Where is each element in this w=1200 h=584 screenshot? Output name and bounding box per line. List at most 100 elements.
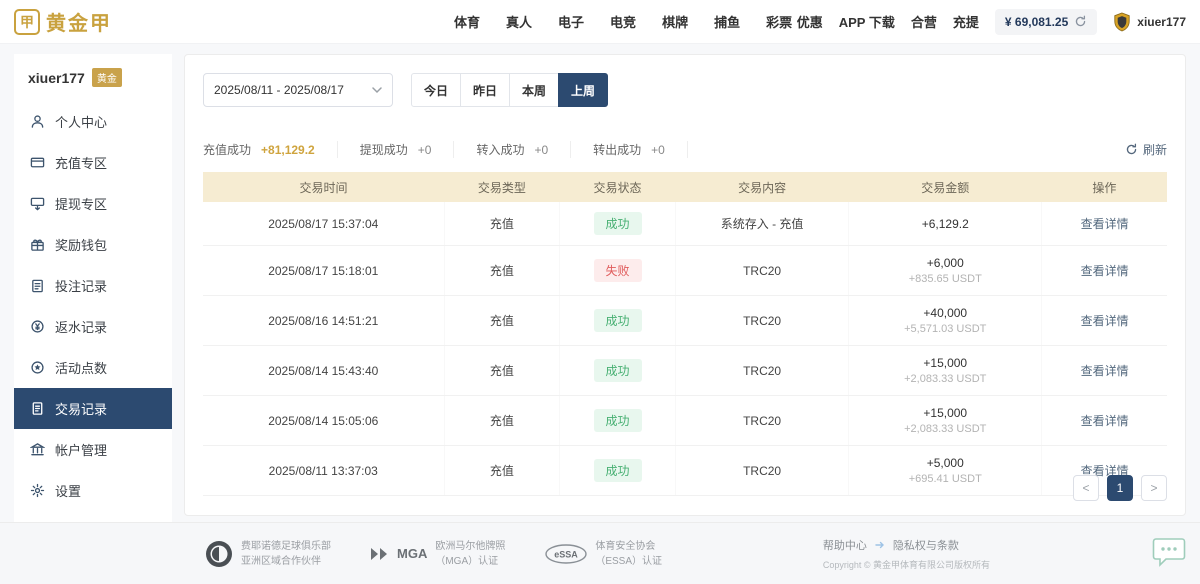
sidebar-item-label: 提现专区 <box>55 194 107 213</box>
essa-line1: 体育安全协会 <box>595 539 662 554</box>
sidebar-item-reward-wallet[interactable]: 奖励钱包 <box>14 224 172 265</box>
table-row: 2025/08/17 15:37:04 充值 成功 系统存入 - 充值 +6,1… <box>203 202 1167 246</box>
cell-type: 充值 <box>444 346 560 396</box>
promos-link[interactable]: 优惠 <box>797 12 823 31</box>
date-range-picker[interactable]: 2025/08/11 - 2025/08/17 <box>203 73 393 107</box>
balance-display[interactable]: ¥ 69,081.25 <box>995 9 1097 35</box>
mga-word: MGA <box>397 546 427 561</box>
partner-line2: 亚洲区域合作伙伴 <box>241 554 331 569</box>
cell-content: TRC20 <box>675 396 849 446</box>
col-action: 操作 <box>1042 172 1167 202</box>
body: xiuer177 黄金 个人中心 充值专区 提现专区 奖励钱包 投注记录 <box>0 44 1200 522</box>
transactions-table: 交易时间 交易类型 交易状态 交易内容 交易金额 操作 2025/08/17 1… <box>203 172 1167 496</box>
nav-cards[interactable]: 棋牌 <box>662 12 688 31</box>
view-details-link[interactable]: 查看详情 <box>1081 314 1129 328</box>
table-row: 2025/08/14 15:05:06 充值 成功 TRC20 +15,000+… <box>203 396 1167 446</box>
cell-type: 充值 <box>444 446 560 496</box>
amount-usdt: +2,083.33 USDT <box>857 373 1033 385</box>
tab-this-week[interactable]: 本周 <box>509 73 559 107</box>
sidebar-item-label: 奖励钱包 <box>55 235 107 254</box>
sidebar-item-account-management[interactable]: 帐户管理 <box>14 429 172 470</box>
vip-shield-icon <box>1113 12 1131 32</box>
cell-time: 2025/08/14 15:05:06 <box>203 396 444 446</box>
balance-amount: ¥ 69,081.25 <box>1005 15 1068 29</box>
customer-service-chat-button[interactable] <box>1152 536 1186 573</box>
tab-last-week[interactable]: 上周 <box>558 73 608 107</box>
summary-label: 转入成功 <box>476 141 524 158</box>
sidebar-item-settings[interactable]: 设置 <box>14 470 172 511</box>
nav-live[interactable]: 真人 <box>506 12 532 31</box>
sidebar-item-deposit-zone[interactable]: 充值专区 <box>14 142 172 183</box>
sidebar-item-rebate-records[interactable]: 返水记录 <box>14 306 172 347</box>
col-content: 交易内容 <box>675 172 849 202</box>
svg-text:eSSA: eSSA <box>555 549 579 559</box>
header-right: 优惠 APP 下载 合营 充提 ¥ 69,081.25 xiuer177 <box>797 9 1186 35</box>
amount-value: +15,000 <box>857 406 1033 420</box>
sidebar-item-withdraw-zone[interactable]: 提现专区 <box>14 183 172 224</box>
sidebar-item-activity-points[interactable]: 活动点数 <box>14 347 172 388</box>
chevron-down-icon <box>372 87 382 94</box>
status-badge: 成功 <box>594 459 642 482</box>
help-center-link[interactable]: 帮助中心 <box>823 537 867 553</box>
cell-type: 充值 <box>444 396 560 446</box>
amount-value: +15,000 <box>857 356 1033 370</box>
refresh-balance-icon[interactable] <box>1074 15 1087 28</box>
cell-action: 查看详情 <box>1042 396 1167 446</box>
mga-line1: 欧洲马尔他牌照 <box>435 539 505 554</box>
nav-esports[interactable]: 电竞 <box>610 12 636 31</box>
refresh-button[interactable]: 刷新 <box>1125 141 1167 158</box>
nav-lottery[interactable]: 彩票 <box>766 12 792 31</box>
user-menu[interactable]: xiuer177 <box>1113 12 1186 32</box>
page-1-button[interactable]: 1 <box>1107 475 1133 501</box>
cell-content: TRC20 <box>675 296 849 346</box>
next-page-button[interactable]: > <box>1141 475 1167 501</box>
cell-content: 系统存入 - 充值 <box>675 202 849 246</box>
summary-label: 提现成功 <box>360 141 408 158</box>
cell-action: 查看详情 <box>1042 246 1167 296</box>
amount-value: +6,000 <box>857 256 1033 270</box>
summary-deposit-success: 充值成功 +81,129.2 <box>203 141 338 158</box>
tab-yesterday[interactable]: 昨日 <box>460 73 510 107</box>
cell-status: 成功 <box>560 202 676 246</box>
deposit-withdraw-link[interactable]: 充提 <box>953 12 979 31</box>
cell-type: 充值 <box>444 246 560 296</box>
sidebar-item-messages[interactable]: 消息 54 <box>14 511 172 522</box>
affiliate-link[interactable]: 合营 <box>911 12 937 31</box>
sidebar-item-label: 交易记录 <box>55 399 107 418</box>
view-details-link[interactable]: 查看详情 <box>1081 364 1129 378</box>
tab-today[interactable]: 今日 <box>411 73 461 107</box>
rebate-icon <box>30 319 45 334</box>
nav-slots[interactable]: 电子 <box>558 12 584 31</box>
summary-transfer-out-success: 转出成功 +0 <box>593 141 688 158</box>
view-details-link[interactable]: 查看详情 <box>1081 264 1129 278</box>
brand-name: 黄金甲 <box>46 7 112 36</box>
view-details-link[interactable]: 查看详情 <box>1081 414 1129 428</box>
arrow-right-icon <box>875 541 885 549</box>
period-tabs: 今日 昨日 本周 上周 <box>411 73 608 107</box>
summary-label: 转出成功 <box>593 141 641 158</box>
status-badge: 成功 <box>594 309 642 332</box>
footer: 费耶诺德足球俱乐部 亚洲区域合作伙伴 MGA 欧洲马尔他牌照 （MGA）认证 e… <box>0 522 1200 584</box>
amount-usdt: +695.41 USDT <box>857 473 1033 485</box>
bank-icon <box>30 442 45 457</box>
sidebar-item-bet-records[interactable]: 投注记录 <box>14 265 172 306</box>
prev-page-button[interactable]: < <box>1073 475 1099 501</box>
sidebar-item-transaction-records[interactable]: 交易记录 <box>14 388 172 429</box>
nav-sports[interactable]: 体育 <box>454 12 480 31</box>
status-badge: 成功 <box>594 359 642 382</box>
privacy-terms-link[interactable]: 隐私权与条款 <box>893 537 959 553</box>
nav-fishing[interactable]: 捕鱼 <box>714 12 740 31</box>
sidebar-item-label: 返水记录 <box>55 317 107 336</box>
sidebar-item-personal-center[interactable]: 个人中心 <box>14 101 172 142</box>
club-logo-icon <box>205 540 233 568</box>
cell-type: 充值 <box>444 296 560 346</box>
app-download-link[interactable]: APP 下载 <box>839 12 895 31</box>
brand-logo[interactable]: 甲 黄金甲 <box>14 7 224 36</box>
filter-row: 2025/08/11 - 2025/08/17 今日 昨日 本周 上周 <box>203 73 1167 107</box>
status-badge: 成功 <box>594 212 642 235</box>
chat-bubble-icon <box>1152 536 1186 568</box>
view-details-link[interactable]: 查看详情 <box>1081 217 1129 231</box>
cell-content: TRC20 <box>675 246 849 296</box>
top-header: 甲 黄金甲 体育 真人 电子 电竞 棋牌 捕鱼 彩票 优惠 APP 下载 合营 … <box>0 0 1200 44</box>
sidebar-item-label: 充值专区 <box>55 153 107 172</box>
